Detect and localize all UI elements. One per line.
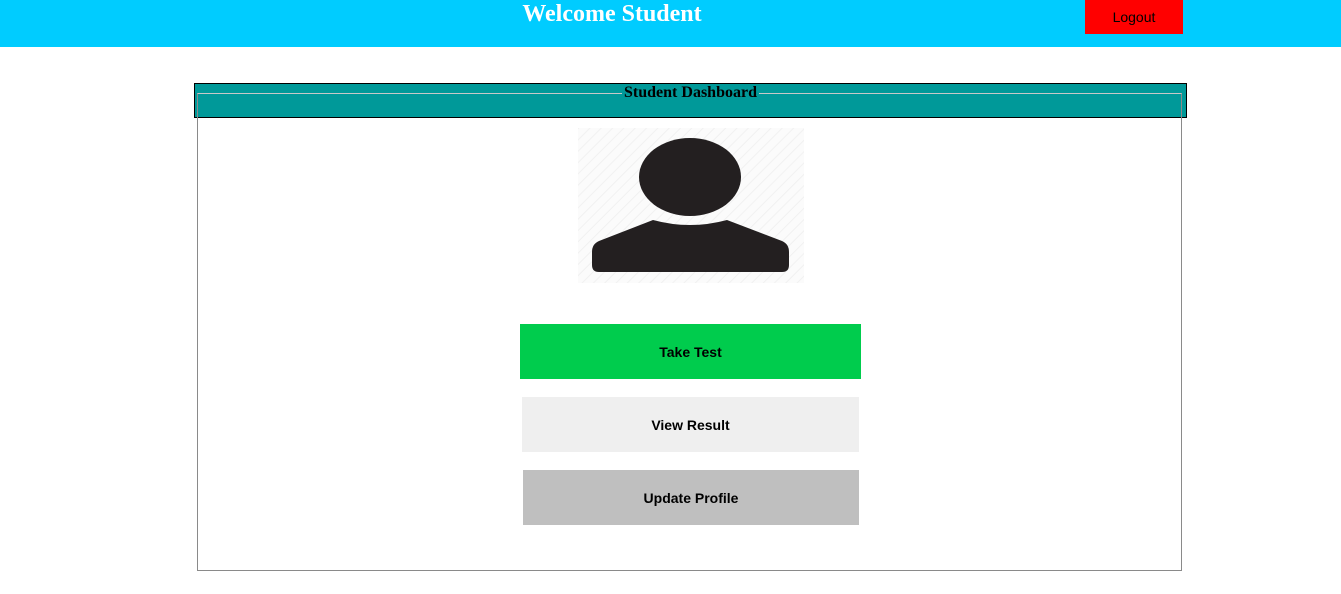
dashboard-legend: Student Dashboard xyxy=(0,84,1341,102)
user-avatar-icon xyxy=(578,128,804,283)
welcome-title: Welcome Student xyxy=(522,1,702,27)
view-result-button[interactable]: View Result xyxy=(522,397,859,452)
top-header-bar: Welcome Student Logout xyxy=(0,0,1341,47)
logout-button[interactable]: Logout xyxy=(1085,0,1183,34)
update-profile-button[interactable]: Update Profile xyxy=(523,470,859,525)
user-avatar-svg xyxy=(578,128,804,283)
take-test-button[interactable]: Take Test xyxy=(520,324,861,379)
dashboard-legend-text: Student Dashboard xyxy=(622,84,759,101)
